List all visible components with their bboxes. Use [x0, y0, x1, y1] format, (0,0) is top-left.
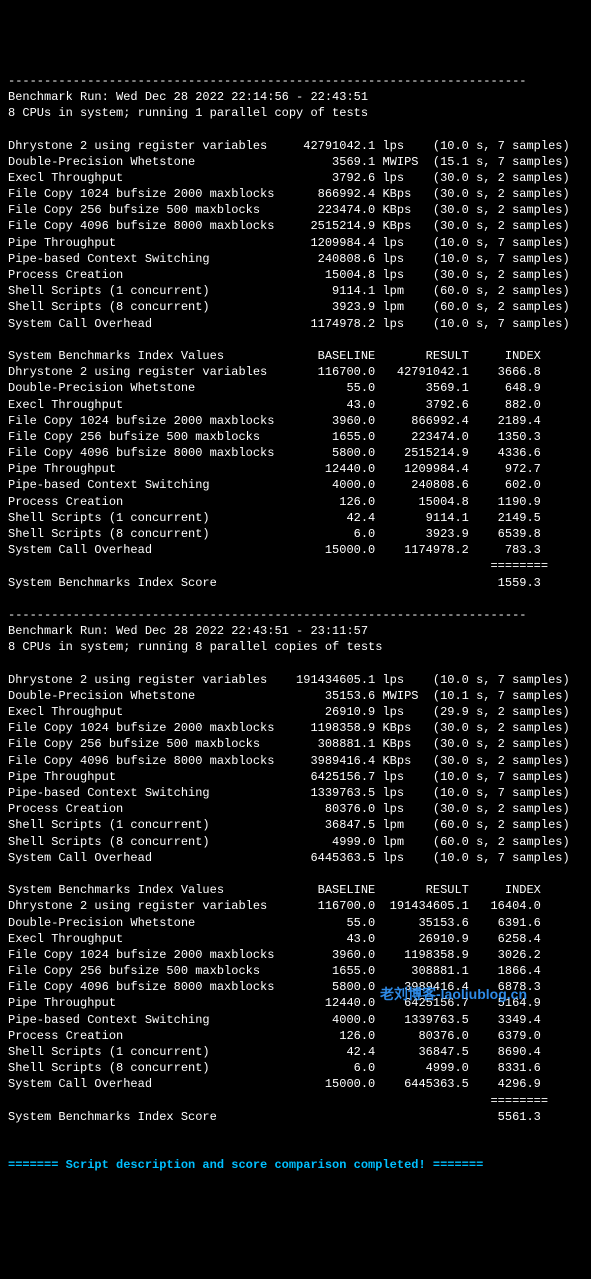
watermark: 老刘博客-laoliublog.cn: [380, 985, 527, 1004]
footer-message: ======= Script description and score com…: [8, 1158, 490, 1172]
terminal-output: ----------------------------------------…: [8, 73, 583, 1174]
